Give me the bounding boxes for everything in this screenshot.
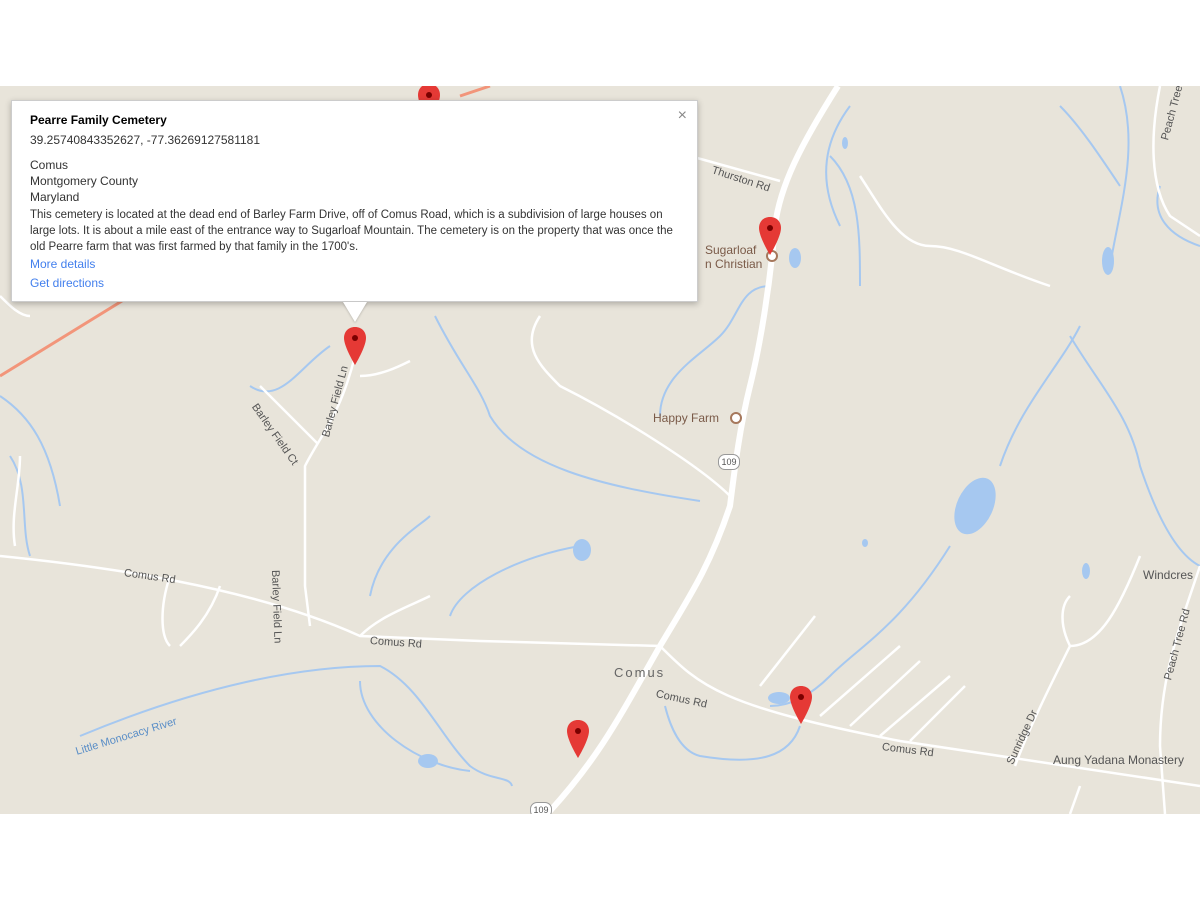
info-window-description: This cemetery is located at the dead end… bbox=[30, 209, 673, 253]
minor-road bbox=[1061, 555, 1142, 648]
poi-label-sugarloaf-christian[interactable]: n Christian bbox=[705, 257, 762, 271]
peach-tree-road bbox=[1158, 565, 1200, 814]
stream bbox=[829, 155, 861, 287]
minor-road bbox=[849, 660, 921, 727]
info-window-title: Pearre Family Cemetery bbox=[30, 113, 167, 127]
minor-road bbox=[161, 575, 172, 647]
poi-label-happy-farm[interactable]: Happy Farm bbox=[653, 411, 719, 425]
map-pin-selected[interactable] bbox=[344, 327, 366, 365]
info-window-state: Maryland bbox=[30, 190, 80, 204]
info-window: × Pearre Family Cemetery 39.257408433526… bbox=[11, 100, 698, 302]
stream bbox=[1069, 335, 1200, 567]
pond bbox=[573, 539, 591, 561]
poi-label-windcrest[interactable]: Windcres bbox=[1143, 568, 1193, 582]
route-109-shield: 109 bbox=[530, 802, 552, 814]
map-pin[interactable] bbox=[790, 686, 812, 724]
info-window-town: Comus bbox=[30, 158, 69, 172]
minor-road bbox=[819, 645, 901, 717]
minor-road bbox=[879, 675, 951, 737]
minor-road bbox=[759, 615, 816, 687]
highway-segment bbox=[0, 294, 131, 378]
highway-segment bbox=[459, 86, 491, 98]
stream bbox=[659, 285, 771, 417]
pond bbox=[1102, 247, 1114, 275]
pond bbox=[954, 477, 996, 535]
pond bbox=[418, 754, 438, 768]
minor-road bbox=[359, 359, 411, 378]
pond bbox=[862, 539, 868, 547]
map-pin[interactable] bbox=[567, 720, 589, 758]
stream bbox=[1156, 185, 1200, 247]
map-pin[interactable] bbox=[759, 217, 781, 255]
info-window-coordinates: 39.25740843352627, -77.36269127581181 bbox=[30, 133, 261, 147]
stream bbox=[0, 395, 61, 507]
road-label-barley-field-ln-2: Barley Field Ln bbox=[269, 569, 284, 644]
more-details-link[interactable]: More details bbox=[30, 255, 679, 274]
stream bbox=[249, 345, 331, 393]
pond bbox=[842, 137, 848, 149]
stream bbox=[369, 515, 431, 597]
pond bbox=[1082, 563, 1090, 579]
stream bbox=[1059, 105, 1121, 187]
poi-label-aung-yadana[interactable]: Aung Yadana Monastery bbox=[1053, 753, 1184, 767]
close-icon[interactable]: × bbox=[678, 107, 687, 125]
poi-label-sugarloaf[interactable]: Sugarloaf bbox=[705, 243, 756, 257]
info-window-pointer bbox=[343, 302, 367, 322]
info-window-county: Montgomery County bbox=[30, 174, 139, 188]
minor-road bbox=[359, 594, 431, 637]
get-directions-link[interactable]: Get directions bbox=[30, 274, 679, 293]
poi-marker-happy-farm[interactable] bbox=[730, 412, 742, 424]
minor-road bbox=[179, 585, 222, 647]
minor-road bbox=[858, 175, 1051, 288]
stream bbox=[449, 545, 581, 617]
pond bbox=[768, 692, 790, 704]
route-109-shield: 109 bbox=[718, 454, 740, 470]
town-label-comus: Comus bbox=[614, 665, 666, 680]
stream bbox=[999, 325, 1081, 467]
pond bbox=[789, 248, 801, 268]
minor-road bbox=[1068, 785, 1082, 814]
minor-road bbox=[909, 685, 966, 742]
